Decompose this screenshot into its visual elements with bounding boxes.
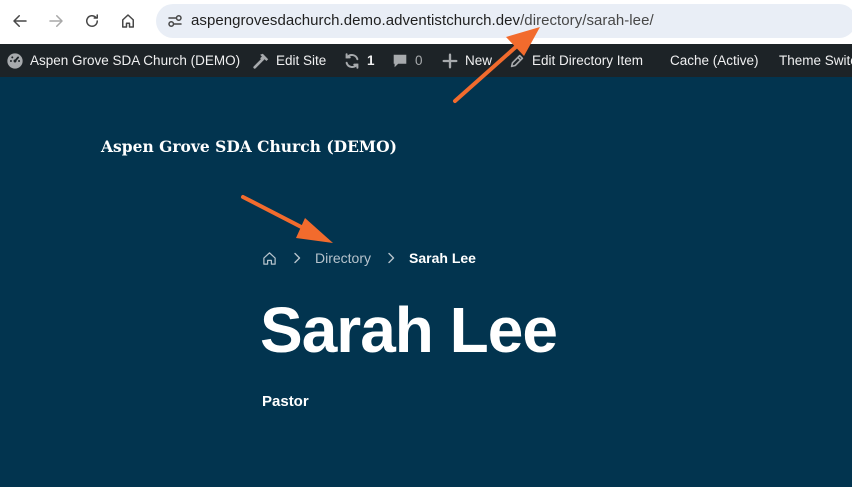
admin-bar-edit-item[interactable]: Edit Directory Item bbox=[508, 44, 643, 77]
breadcrumb-separator-icon bbox=[292, 252, 302, 264]
breadcrumb: Directory Sarah Lee bbox=[262, 248, 476, 268]
url-text: aspengrovesdachurch.demo.adventistchurch… bbox=[191, 12, 654, 29]
browser-toolbar: aspengrovesdachurch.demo.adventistchurch… bbox=[0, 0, 852, 44]
breadcrumb-annotation-arrow-icon bbox=[241, 195, 333, 243]
breadcrumb-separator-icon bbox=[386, 252, 396, 264]
pencil-icon bbox=[510, 54, 524, 67]
back-arrow-icon[interactable] bbox=[9, 10, 31, 32]
admin-bar-comments[interactable]: 0 bbox=[391, 44, 423, 77]
admin-bar-theme-switch-label: Theme Switc bbox=[779, 53, 852, 68]
breadcrumb-current: Sarah Lee bbox=[409, 250, 476, 266]
comments-count: 0 bbox=[415, 53, 423, 68]
updates-icon bbox=[345, 52, 359, 69]
breadcrumb-home-icon[interactable] bbox=[262, 251, 277, 266]
admin-bar-site[interactable]: Aspen Grove SDA Church (DEMO) bbox=[6, 44, 240, 77]
site-settings-icon[interactable] bbox=[166, 12, 184, 30]
page-title: Sarah Lee bbox=[260, 294, 558, 366]
admin-bar-new[interactable]: New bbox=[441, 44, 492, 77]
person-role: Pastor bbox=[262, 393, 309, 410]
forward-arrow-icon[interactable] bbox=[45, 10, 67, 32]
plus-icon bbox=[442, 53, 458, 68]
admin-bar-edit-site-label: Edit Site bbox=[276, 53, 327, 68]
updates-count: 1 bbox=[367, 53, 375, 68]
site-title[interactable]: Aspen Grove SDA Church (DEMO) bbox=[101, 137, 397, 156]
admin-bar-updates[interactable]: 1 bbox=[343, 44, 375, 77]
admin-bar-edit-item-label: Edit Directory Item bbox=[532, 53, 644, 68]
reload-icon[interactable] bbox=[81, 10, 103, 32]
wp-admin-bar: Aspen Grove SDA Church (DEMO) Edit Site … bbox=[0, 44, 852, 77]
home-icon[interactable] bbox=[117, 10, 139, 32]
admin-bar-site-name: Aspen Grove SDA Church (DEMO) bbox=[30, 53, 241, 68]
breadcrumb-directory-link[interactable]: Directory bbox=[315, 250, 371, 266]
address-bar[interactable]: aspengrovesdachurch.demo.adventistchurch… bbox=[156, 4, 852, 38]
url-path: /directory/sarah-lee/ bbox=[520, 12, 654, 29]
admin-bar-new-label: New bbox=[465, 53, 493, 68]
hammer-icon bbox=[253, 53, 269, 69]
admin-bar-edit-site[interactable]: Edit Site bbox=[252, 44, 326, 77]
dashboard-icon bbox=[7, 52, 23, 69]
admin-bar-cache-label: Cache (Active) bbox=[670, 53, 759, 68]
admin-bar-cache[interactable]: Cache (Active) bbox=[670, 44, 759, 77]
comment-icon bbox=[393, 54, 407, 67]
admin-bar-theme-switch[interactable]: Theme Switc bbox=[779, 44, 852, 77]
url-host: aspengrovesdachurch.demo.adventistchurch… bbox=[191, 12, 521, 29]
